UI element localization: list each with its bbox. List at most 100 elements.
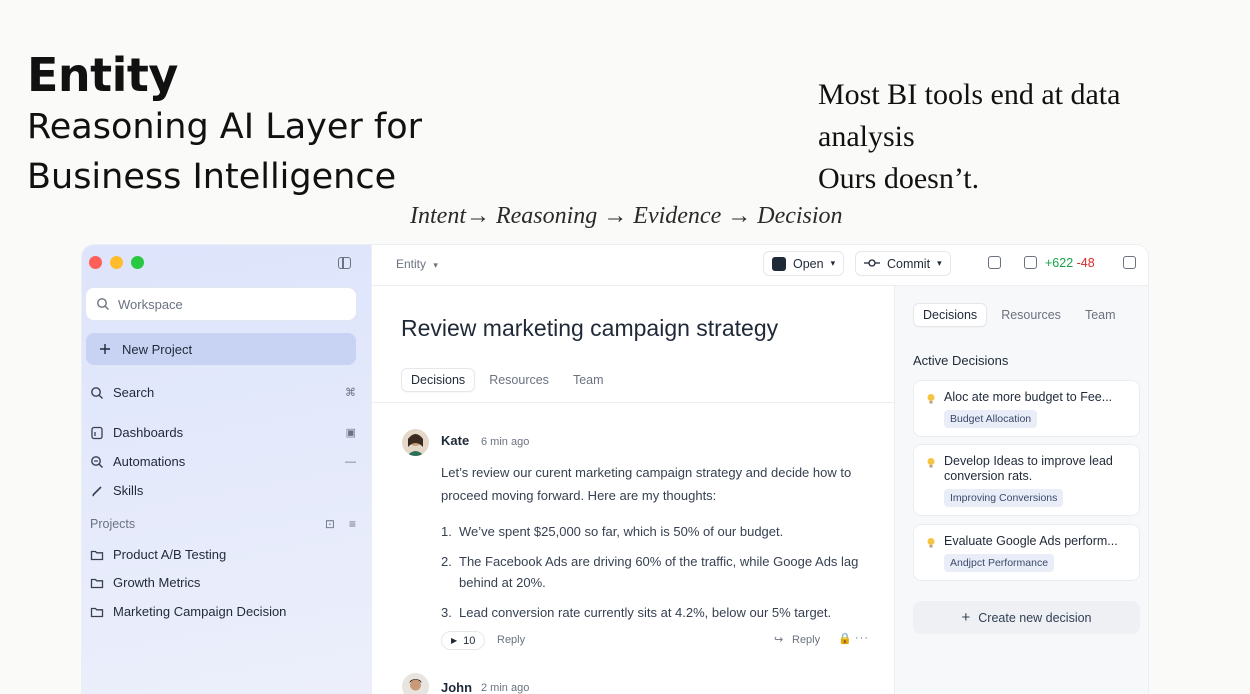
chevron-down-icon: ▾ [937,258,942,268]
sidebar: Workspace New Project Search ⌘ Dashboard… [82,245,371,694]
decision-tag: Budget Allocation [944,410,1038,428]
project-label: Product A/B Testing [113,547,227,562]
lock-icon[interactable]: 🔒 [838,632,852,645]
app-window: Workspace New Project Search ⌘ Dashboard… [82,245,1148,694]
tab-team[interactable]: Team [563,368,614,392]
folder-icon [90,605,104,619]
reply-arrow-icon: ↪ [774,634,784,646]
tab-resources[interactable]: Resources [479,368,559,392]
sidebar-item-label: Dashboards [113,425,184,440]
projects-label-text: Projects [90,517,136,531]
plus-icon [98,342,112,356]
message-author[interactable]: John [441,680,472,694]
create-decision-label: Create new decision [978,610,1092,625]
decisions-panel: Decisions Resources Team Active Decision… [894,286,1148,694]
thread-replies-toggle[interactable]: ▶ 10 [441,631,486,650]
deletions-count: -48 [1076,256,1095,270]
workspace-search-input[interactable]: Workspace [86,288,356,320]
panel-tab-team[interactable]: Team [1075,303,1126,327]
folder-icon [90,576,104,590]
copy-icon[interactable] [1123,256,1136,269]
additions-count: +622 [1045,256,1074,270]
search-icon [90,386,104,400]
more-icon[interactable]: ··· [855,632,869,644]
create-decision-button[interactable]: + Create new decision [913,601,1140,634]
terminal-icon[interactable] [988,256,1001,269]
commit-label: Commit [887,256,931,271]
new-project-label: New Project [122,341,193,357]
play-icon: ▶ [451,636,458,645]
panel-tabs: Decisions Resources Team [913,303,1126,327]
message-time: 6 min ago [481,436,530,448]
automation-icon [90,455,104,469]
divider [372,402,895,403]
tab-decisions[interactable]: Decisions [401,368,476,392]
panel-tab-decisions[interactable]: Decisions [913,303,988,327]
panel-tab-resources[interactable]: Resources [991,303,1071,327]
reply-button[interactable]: Reply [792,634,820,646]
plus-icon: + [961,609,971,626]
message-body: Let’s review our curent marketing campai… [441,465,852,503]
diff-stats: +622 -48 [1045,256,1095,270]
chevron-down-icon: ▾ [830,258,836,268]
filter-icon[interactable]: ≡ [349,517,356,531]
sidebar-item-label: Search [113,385,155,400]
reply-link[interactable]: Reply [497,634,525,646]
message-points: 1. We’ve spent $25,000 so far, which is 5… [441,521,881,632]
new-project-button[interactable]: New Project [86,333,356,365]
lightbulb-icon [924,536,938,550]
breadcrumb-label: Entity [396,257,427,271]
open-app-icon [772,256,786,271]
chevron-down-icon: ▾ [433,260,438,270]
decision-card[interactable]: Evaluate Google Ads perform... Andjpct P… [913,524,1140,581]
open-label: Open [793,256,824,271]
page-title: Review marketing campaign strategy [401,315,779,341]
list-item: 3. Lead conversion rate currently sits at… [441,605,832,620]
lightbulb-icon [924,456,938,470]
sidebar-item-label: Skills [113,483,144,498]
breadcrumb[interactable]: Entity ▾ [396,257,438,271]
dashboard-badge-icon: ▣ [345,427,356,439]
decision-card[interactable]: Develop Ideas to improve lead conversion… [913,444,1140,516]
tagline-line-1: Most BI tools end at data analysis [818,78,1121,153]
sidebar-item-label: Automations [113,454,186,469]
list-item: 2. The Facebook Ads are driving 60% of th… [441,554,859,590]
sidebar-toggle-icon[interactable] [338,257,351,269]
sidebar-item-dashboards[interactable]: Dashboards ▣ [90,425,356,440]
add-project-icon[interactable]: ⊡ [325,517,335,531]
avatar[interactable] [402,673,429,694]
hero-subtitle: Reasoning AI Layer for Business Intellig… [27,107,423,197]
commit-icon [864,257,880,271]
close-window-button[interactable] [89,256,102,269]
message-time: 2 min ago [481,682,530,694]
sidebar-item-skills[interactable]: Skills [90,483,356,498]
lightbulb-icon [924,392,938,406]
decision-card[interactable]: Aloc ate more budget to Fee... Budget Al… [913,380,1140,437]
decision-title: Evaluate Google Ads perform... [944,534,1118,548]
diff-icon[interactable] [1024,256,1037,269]
message-author[interactable]: Kate [441,433,469,448]
top-toolbar: Entity ▾ Open ▾ Commit ▾ +622 -48 [372,245,1148,286]
decision-title: Develop Ideas to improve lead conversion… [944,454,1113,483]
hero-title: Entity [27,48,178,102]
sidebar-item-automations[interactable]: Automations — [90,454,356,469]
sidebar-project-marketing-campaign[interactable]: Marketing Campaign Decision [90,604,356,619]
open-button[interactable]: Open ▾ [763,251,845,276]
window-controls [89,256,144,269]
main-tabs: Decisions Resources Team [401,368,614,392]
sidebar-project-growth-metrics[interactable]: Growth Metrics [90,575,356,590]
sidebar-item-search[interactable]: Search ⌘ [90,385,356,400]
sidebar-project-ab-testing[interactable]: Product A/B Testing [90,547,356,562]
reply-count: 10 [463,634,476,647]
dashboard-icon [90,426,104,440]
message-actions: ▶ 10 Reply ↪ Reply 🔒 ··· [441,631,871,651]
pen-icon [90,484,104,498]
minimize-window-button[interactable] [110,256,123,269]
collapse-icon: — [345,455,356,468]
active-decisions-heading: Active Decisions [913,353,1009,368]
avatar[interactable] [402,429,429,456]
commit-button[interactable]: Commit ▾ [855,251,951,276]
decision-tag: Improving Conversions [944,489,1064,507]
maximize-window-button[interactable] [131,256,144,269]
decision-title: Aloc ate more budget to Fee... [944,390,1113,404]
